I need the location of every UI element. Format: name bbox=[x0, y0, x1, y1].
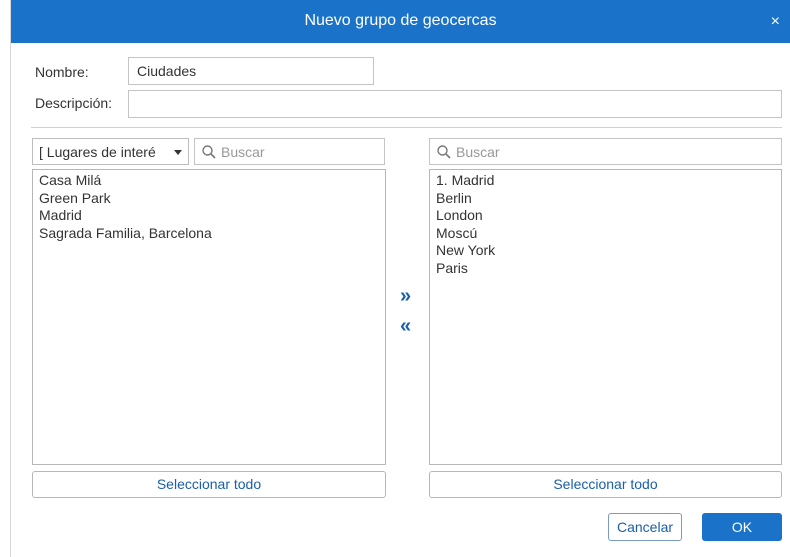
ok-button[interactable]: OK bbox=[702, 513, 782, 541]
description-label: Descripción: bbox=[35, 95, 113, 111]
list-item[interactable]: Moscú bbox=[436, 225, 775, 243]
close-icon[interactable]: × bbox=[771, 14, 780, 30]
caret-down-icon bbox=[174, 150, 182, 155]
remove-selected-arrow-icon[interactable]: « bbox=[400, 316, 411, 336]
list-item[interactable]: New York bbox=[436, 242, 775, 260]
list-item[interactable]: 1. Madrid bbox=[436, 172, 775, 190]
list-item[interactable]: Madrid bbox=[39, 207, 379, 225]
available-geofences-list[interactable]: Casa Milá Green Park Madrid Sagrada Fami… bbox=[32, 169, 386, 465]
name-input[interactable] bbox=[128, 57, 374, 85]
list-item[interactable]: Sagrada Familia, Barcelona bbox=[39, 225, 379, 243]
left-search-placeholder: Buscar bbox=[221, 144, 265, 160]
category-filter-dropdown[interactable]: [ Lugares de interé bbox=[32, 138, 189, 165]
add-selected-arrow-icon[interactable]: » bbox=[400, 286, 411, 306]
list-item[interactable]: Casa Milá bbox=[39, 172, 379, 190]
right-search-placeholder: Buscar bbox=[456, 144, 500, 160]
name-label: Nombre: bbox=[35, 64, 89, 80]
description-input[interactable] bbox=[128, 90, 782, 118]
dialog-title: Nuevo grupo de geocercas bbox=[304, 12, 497, 29]
list-item[interactable]: Green Park bbox=[39, 190, 379, 208]
search-icon bbox=[202, 145, 216, 159]
search-icon bbox=[437, 145, 451, 159]
list-item[interactable]: London bbox=[436, 207, 775, 225]
list-item[interactable]: Berlin bbox=[436, 190, 775, 208]
category-filter-value: [ Lugares de interé bbox=[39, 144, 156, 160]
right-select-all-button[interactable]: Seleccionar todo bbox=[429, 471, 782, 498]
cancel-button[interactable]: Cancelar bbox=[608, 513, 682, 541]
list-item[interactable]: Paris bbox=[436, 260, 775, 278]
right-search-input[interactable]: Buscar bbox=[429, 138, 782, 165]
dialog-titlebar: Nuevo grupo de geocercas × bbox=[11, 0, 790, 43]
divider bbox=[31, 127, 782, 128]
new-geofence-group-dialog: Nuevo grupo de geocercas × Nombre: Descr… bbox=[10, 0, 790, 557]
group-geofences-list[interactable]: 1. Madrid Berlin London Moscú New York P… bbox=[429, 169, 782, 465]
left-select-all-button[interactable]: Seleccionar todo bbox=[32, 471, 386, 498]
left-search-input[interactable]: Buscar bbox=[194, 138, 385, 165]
